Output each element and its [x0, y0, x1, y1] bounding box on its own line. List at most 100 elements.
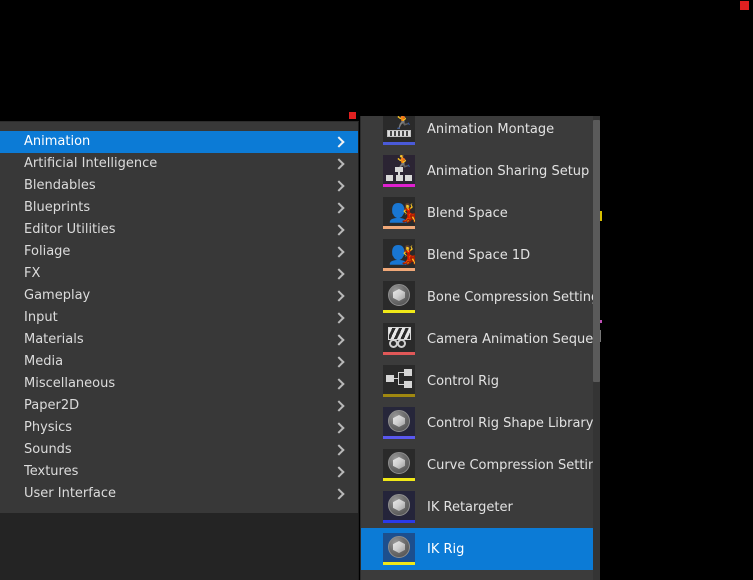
category-item-artificial-intelligence[interactable]: Artificial Intelligence	[0, 153, 358, 175]
figure-active-icon: 💃	[398, 205, 415, 223]
category-item-materials[interactable]: Materials	[0, 329, 358, 351]
chevron-right-icon	[334, 135, 344, 149]
asset-item-label: Curve Compression Settings	[427, 457, 600, 473]
blend-space-1d-icon: 👤💃	[383, 239, 415, 271]
chevron-right-icon	[334, 377, 344, 391]
asset-type-color-bar	[383, 310, 415, 313]
category-item-label: Physics	[24, 420, 73, 435]
asset-item-label: Bone Compression Settings	[427, 289, 600, 305]
category-item-user-interface[interactable]: User Interface	[0, 483, 358, 505]
submenu-scrollbar[interactable]	[593, 116, 600, 580]
asset-glyph	[383, 449, 415, 477]
chevron-right-icon	[334, 355, 344, 369]
asset-glyph: 🏃	[383, 116, 415, 141]
asset-item-label: Camera Animation Sequence	[427, 331, 600, 347]
asset-item-animation-montage[interactable]: 🏃 Animation Montage	[361, 116, 600, 150]
chevron-right-icon	[334, 465, 344, 479]
asset-glyph	[383, 533, 415, 561]
data-asset-sphere-icon	[388, 410, 410, 432]
asset-item-label: Animation Montage	[427, 121, 555, 137]
asset-item-bone-compression-settings[interactable]: Bone Compression Settings	[361, 276, 600, 318]
asset-item-label: Control Rig Shape Library	[427, 415, 594, 431]
category-item-label: Paper2D	[24, 398, 80, 413]
asset-category-list: Animation Artificial Intelligence Blendabl…	[0, 131, 358, 505]
category-item-label: Artificial Intelligence	[24, 156, 158, 171]
ik-rig-icon	[383, 533, 415, 565]
asset-glyph	[383, 365, 415, 393]
data-asset-sphere-icon	[388, 284, 410, 306]
animation-montage-icon: 🏃	[383, 116, 415, 145]
submenu-scrollbar-thumb[interactable]	[593, 120, 600, 382]
asset-item-control-rig-shape-library[interactable]: Control Rig Shape Library	[361, 402, 600, 444]
chevron-right-icon	[334, 157, 344, 171]
running-figure-icon: 🏃	[392, 116, 414, 131]
category-item-label: Input	[24, 310, 58, 325]
category-item-gameplay[interactable]: Gameplay	[0, 285, 358, 307]
asset-glyph: 👤💃	[383, 239, 415, 267]
asset-type-color-bar	[383, 268, 415, 271]
category-item-miscellaneous[interactable]: Miscellaneous	[0, 373, 358, 395]
category-item-animation[interactable]: Animation	[0, 131, 358, 153]
asset-item-label: Blend Space 1D	[427, 247, 531, 263]
category-item-editor-utilities[interactable]: Editor Utilities	[0, 219, 358, 241]
chevron-right-icon	[334, 399, 344, 413]
category-item-media[interactable]: Media	[0, 351, 358, 373]
node-graph-icon	[386, 369, 412, 389]
category-item-blueprints[interactable]: Blueprints	[0, 197, 358, 219]
camera-animation-sequence-icon	[383, 323, 415, 355]
asset-type-color-bar	[383, 394, 415, 397]
asset-item-label: Blend Space	[427, 205, 508, 221]
category-item-label: Textures	[24, 464, 79, 479]
category-item-label: Materials	[24, 332, 84, 347]
category-item-label: Gameplay	[24, 288, 91, 303]
menu-lower-pad	[0, 513, 359, 580]
asset-glyph	[383, 281, 415, 309]
asset-type-color-bar	[383, 226, 415, 229]
asset-glyph	[383, 407, 415, 435]
asset-glyph: 🏃	[383, 155, 415, 183]
data-asset-sphere-icon	[388, 452, 410, 474]
asset-type-color-bar	[383, 520, 415, 523]
category-item-label: Blueprints	[24, 200, 91, 215]
curve-compression-settings-icon	[383, 449, 415, 481]
data-asset-sphere-icon	[388, 536, 410, 558]
asset-type-color-bar	[383, 478, 415, 481]
category-item-paper2d[interactable]: Paper2D	[0, 395, 358, 417]
bone-compression-settings-icon	[383, 281, 415, 313]
asset-item-ik-retargeter[interactable]: IK Retargeter	[361, 486, 600, 528]
category-item-physics[interactable]: Physics	[0, 417, 358, 439]
chevron-right-icon	[334, 487, 344, 501]
asset-item-blend-space-1d[interactable]: 👤💃 Blend Space 1D	[361, 234, 600, 276]
film-strip-icon	[387, 130, 411, 137]
asset-type-color-bar	[383, 142, 415, 145]
animation-sharing-setup-icon: 🏃	[383, 155, 415, 187]
chevron-right-icon	[334, 289, 344, 303]
node-row-icon	[386, 175, 412, 181]
category-item-label: FX	[24, 266, 41, 281]
chevron-right-icon	[334, 201, 344, 215]
asset-glyph: 👤💃	[383, 197, 415, 225]
asset-item-blend-space[interactable]: 👤💃 Blend Space	[361, 192, 600, 234]
asset-item-ik-rig[interactable]: IK Rig	[361, 528, 600, 570]
category-item-blendables[interactable]: Blendables	[0, 175, 358, 197]
blend-space-icon: 👤💃	[383, 197, 415, 229]
asset-item-curve-compression-settings[interactable]: Curve Compression Settings	[361, 444, 600, 486]
asset-category-menu[interactable]: Animation Artificial Intelligence Blendabl…	[0, 121, 359, 513]
category-item-input[interactable]: Input	[0, 307, 358, 329]
asset-item-animation-sharing-setup[interactable]: 🏃 Animation Sharing Setup	[361, 150, 600, 192]
chevron-right-icon	[334, 443, 344, 457]
category-item-label: Blendables	[24, 178, 96, 193]
category-item-fx[interactable]: FX	[0, 263, 358, 285]
category-item-label: Editor Utilities	[24, 222, 116, 237]
chevron-right-icon	[334, 179, 344, 193]
control-rig-shape-library-icon	[383, 407, 415, 439]
category-item-textures[interactable]: Textures	[0, 461, 358, 483]
category-item-foliage[interactable]: Foliage	[0, 241, 358, 263]
animation-asset-submenu[interactable]: 🏃 Animation Montage 🏃 Animation Sharing Set…	[360, 116, 600, 580]
asset-item-label: Animation Sharing Setup	[427, 163, 590, 179]
category-item-label: Media	[24, 354, 64, 369]
asset-type-color-bar	[383, 436, 415, 439]
asset-item-control-rig[interactable]: Control Rig	[361, 360, 600, 402]
category-item-sounds[interactable]: Sounds	[0, 439, 358, 461]
asset-item-camera-animation-sequence[interactable]: Camera Animation Sequence	[361, 318, 600, 360]
